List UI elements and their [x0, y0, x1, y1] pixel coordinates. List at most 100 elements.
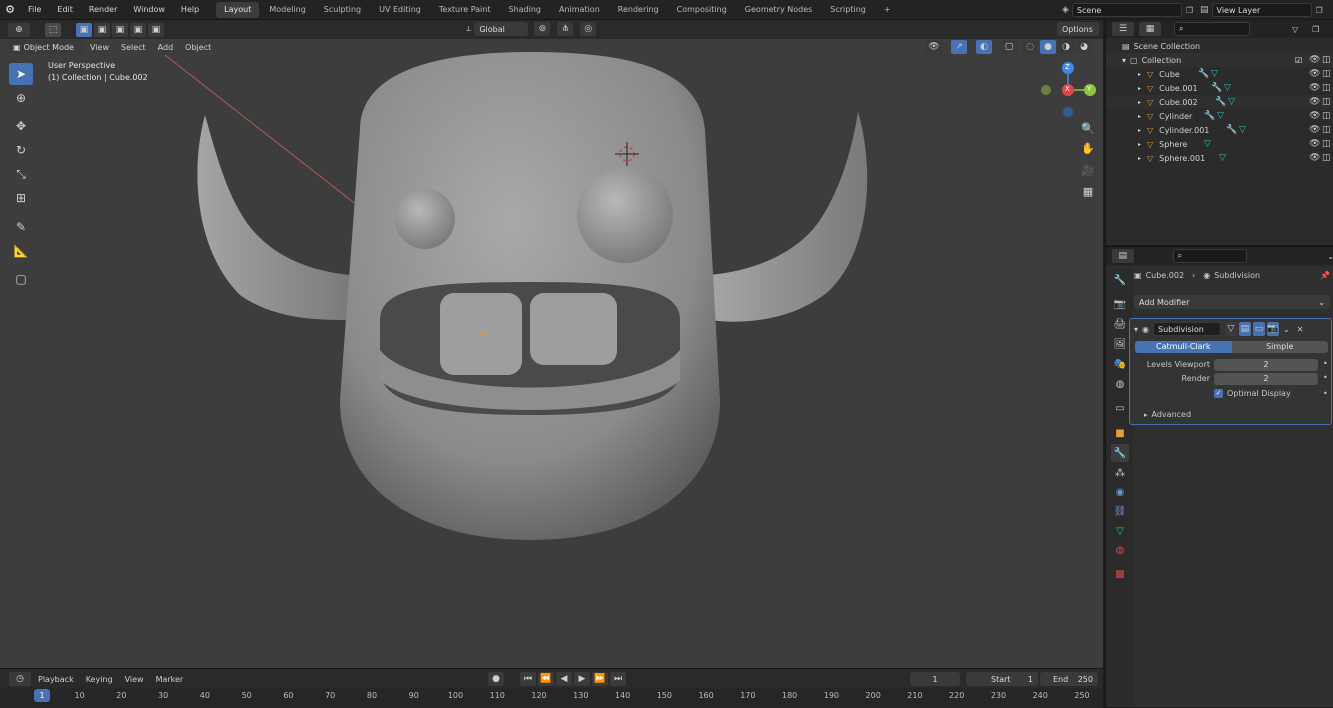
simple-button[interactable]: Simple — [1231, 341, 1328, 353]
render-visibility-icon[interactable]: ◫ — [1322, 83, 1331, 93]
scene-collection-row[interactable]: ▤ Scene Collection — [1106, 39, 1333, 53]
tab-layout[interactable]: Layout — [216, 1, 260, 18]
outliner-row[interactable]: ▸ ▽ Cube 🔧 ▽ 👁 ◫ — [1106, 67, 1333, 81]
tool-tab-icon[interactable]: 🔧 — [1111, 271, 1129, 289]
render-toggle-icon[interactable]: 📷 — [1267, 322, 1279, 336]
expand-collection-icon[interactable]: ▾ — [1122, 56, 1126, 65]
render-visibility-icon[interactable]: ◫ — [1322, 139, 1331, 149]
tab-animation[interactable]: Animation — [551, 2, 608, 18]
expand-arrow-icon[interactable]: ▸ — [1138, 71, 1141, 78]
modifier-menu-icon[interactable]: ⌄ — [1283, 325, 1290, 334]
pin-icon[interactable]: 📌 — [1320, 271, 1330, 280]
render-visibility-icon[interactable]: ◫ — [1322, 111, 1331, 121]
tab-compositing[interactable]: Compositing — [669, 2, 735, 18]
play-icon[interactable]: ▶ — [574, 672, 590, 686]
render-levels-field[interactable]: 2 — [1214, 373, 1318, 385]
expand-arrow-icon[interactable]: ▸ — [1138, 141, 1141, 148]
optimal-display-keyframe-icon[interactable]: • — [1323, 389, 1328, 398]
output-tab-icon[interactable]: 🖨 — [1111, 315, 1129, 333]
render-visibility-icon[interactable]: ◫ — [1322, 125, 1331, 135]
collection-row[interactable]: ▾ ▢ Collection ☑ 👁 ◫ — [1106, 53, 1333, 67]
modifier-name-input[interactable]: Subdivision — [1153, 322, 1221, 336]
view-layer-tab-icon[interactable]: 🖼 — [1111, 335, 1129, 353]
menu-marker[interactable]: Marker — [150, 675, 190, 684]
camera-view-icon[interactable]: 🎥 — [1078, 160, 1098, 180]
menu-render[interactable]: Render — [81, 0, 125, 20]
levels-viewport-keyframe-icon[interactable]: • — [1323, 359, 1328, 368]
scene-selector[interactable]: ◈ Scene ❐ — [1062, 3, 1193, 17]
visibility-icon[interactable]: 👁 — [1309, 111, 1320, 121]
expand-arrow-icon[interactable]: ▸ — [1138, 155, 1141, 162]
properties-editor-icon[interactable]: ▤ — [1112, 249, 1134, 263]
jump-start-icon[interactable]: ⏮ — [520, 672, 536, 686]
tab-texture-paint[interactable]: Texture Paint — [431, 2, 499, 18]
tab-rendering[interactable]: Rendering — [610, 2, 667, 18]
collection-tab-icon[interactable]: ▭ — [1111, 399, 1129, 417]
particles-tab-icon[interactable]: ⁂ — [1111, 464, 1129, 482]
current-frame-field[interactable]: 1 — [910, 672, 960, 686]
new-view-layer-icon[interactable]: ❐ — [1316, 6, 1323, 15]
data-tab-icon[interactable]: ▽ — [1111, 522, 1129, 540]
timeline-editor-icon[interactable]: ◷ — [9, 672, 31, 686]
menu-help[interactable]: Help — [173, 0, 207, 20]
start-frame-field[interactable]: Start 1 — [966, 672, 1038, 686]
render-tab-icon[interactable]: 📷 — [1111, 295, 1129, 313]
display-mode-icon[interactable]: ▦ — [1139, 22, 1161, 36]
visibility-icon[interactable]: 👁 — [1309, 69, 1320, 79]
expand-arrow-icon[interactable]: ▸ — [1138, 99, 1141, 106]
optimal-display-checkbox[interactable]: ✓ Optimal Display — [1214, 389, 1291, 398]
scene-tab-icon[interactable]: 🎭 — [1111, 355, 1129, 373]
world-tab-icon[interactable]: ◍ — [1111, 375, 1129, 393]
menu-playback[interactable]: Playback — [32, 675, 80, 684]
collection-check-icon[interactable]: ☑ — [1295, 56, 1302, 65]
outliner-editor-icon[interactable]: ☰ — [1112, 22, 1134, 36]
zoom-icon[interactable]: 🔍 — [1078, 118, 1098, 138]
end-frame-field[interactable]: End 250 — [1040, 672, 1098, 686]
object-tab-icon[interactable]: ■ — [1111, 424, 1129, 442]
outliner-row[interactable]: ▸ ▽ Cube.002 🔧 ▽ 👁 ◫ — [1106, 95, 1333, 109]
visibility-icon[interactable]: 👁 — [1309, 83, 1320, 93]
render-visibility-icon[interactable]: ◫ — [1322, 153, 1331, 163]
next-keyframe-icon[interactable]: ⏩ — [592, 672, 608, 686]
render-levels-keyframe-icon[interactable]: • — [1323, 373, 1328, 382]
outliner-row[interactable]: ▸ ▽ Sphere.001 ▽ 👁 ◫ — [1106, 151, 1333, 165]
outliner-row[interactable]: ▸ ▽ Cylinder 🔧 ▽ 👁 ◫ — [1106, 109, 1333, 123]
constraints-tab-icon[interactable]: ⛓ — [1111, 502, 1129, 520]
advanced-section[interactable]: ▸ Advanced — [1144, 410, 1191, 419]
prev-keyframe-icon[interactable]: ⏪ — [538, 672, 554, 686]
visibility-icon[interactable]: 👁 — [1309, 97, 1320, 107]
scene-field[interactable]: Scene — [1071, 3, 1182, 17]
tab-modeling[interactable]: Modeling — [261, 2, 313, 18]
render-visibility-icon[interactable]: ◫ — [1322, 97, 1331, 107]
menu-timeline-view[interactable]: View — [119, 675, 150, 684]
menu-keying[interactable]: Keying — [80, 675, 119, 684]
modifier-tab-icon[interactable]: 🔧 — [1111, 444, 1129, 462]
material-tab-icon[interactable]: ◍ — [1111, 541, 1129, 559]
expand-arrow-icon[interactable]: ▸ — [1138, 113, 1141, 120]
ortho-toggle-icon[interactable]: ▦ — [1078, 181, 1098, 201]
cage-toggle-icon[interactable]: ▤ — [1239, 322, 1251, 336]
new-collection-icon[interactable]: ❐ — [1312, 25, 1319, 34]
outliner-row[interactable]: ▸ ▽ Cylinder.001 🔧 ▽ 👁 ◫ — [1106, 123, 1333, 137]
physics-tab-icon[interactable]: ◉ — [1111, 483, 1129, 501]
viewport-toggle-icon[interactable]: ▭ — [1253, 322, 1265, 336]
visibility-icon[interactable]: 👁 — [1309, 139, 1320, 149]
menu-window[interactable]: Window — [125, 0, 173, 20]
tab-uv-editing[interactable]: UV Editing — [371, 2, 429, 18]
collection-visibility-icon[interactable]: 👁 — [1309, 55, 1320, 65]
outliner-search-input[interactable]: ⌕ — [1174, 22, 1250, 36]
visibility-icon[interactable]: 👁 — [1309, 153, 1320, 163]
edit-mode-toggle-icon[interactable]: ▽ — [1225, 322, 1237, 336]
tab-geometry-nodes[interactable]: Geometry Nodes — [737, 2, 820, 18]
properties-options-icon[interactable]: ⌄ — [1327, 252, 1333, 261]
texture-tab-icon[interactable]: ▩ — [1111, 565, 1129, 583]
render-visibility-icon[interactable]: ◫ — [1322, 69, 1331, 79]
collection-render-icon[interactable]: ◫ — [1322, 55, 1331, 65]
jump-end-icon[interactable]: ⏭ — [610, 672, 626, 686]
new-scene-icon[interactable]: ❐ — [1186, 6, 1193, 15]
tab-sculpting[interactable]: Sculpting — [316, 2, 369, 18]
collapse-modifier-icon[interactable]: ▾ — [1134, 325, 1138, 334]
3d-viewport[interactable]: ⊕ ⬚ ▣ ▣ ▣ ▣ ▣ ▣ Object Mode View Select … — [0, 20, 1103, 668]
properties-search-input[interactable]: ⌕ — [1172, 249, 1248, 263]
add-workspace-button[interactable]: + — [876, 2, 899, 18]
